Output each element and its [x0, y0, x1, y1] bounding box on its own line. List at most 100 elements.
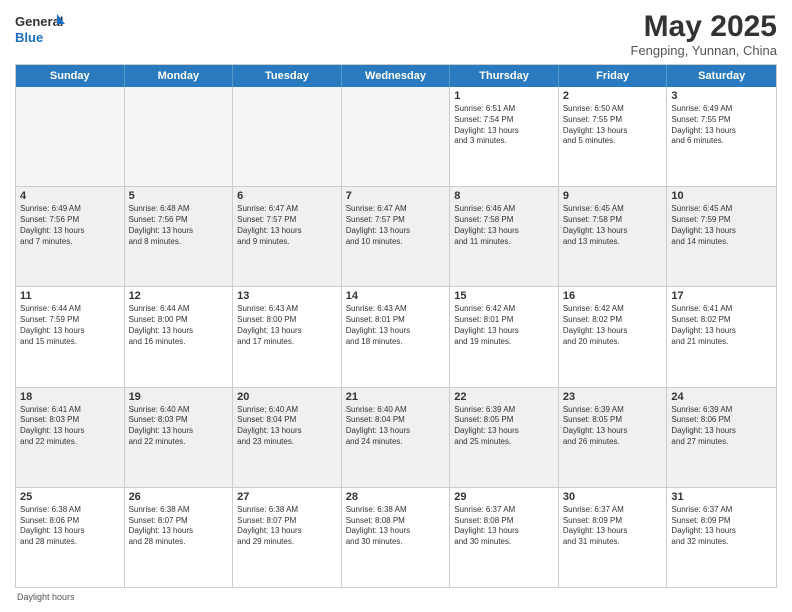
cal-cell: 21Sunrise: 6:40 AMSunset: 8:04 PMDayligh…: [342, 388, 451, 487]
day-number: 26: [129, 491, 229, 503]
calendar: SundayMondayTuesdayWednesdayThursdayFrid…: [15, 64, 777, 588]
cal-cell: 25 Sunrise: 6:38 AMSunset: 8:06 PMDayligh…: [16, 488, 125, 587]
day-info: Sunrise: 6:45 AMSunset: 7:59 PMDaylight:…: [671, 204, 772, 247]
day-info: Sunrise: 6:40 AMSunset: 8:03 PMDaylight:…: [129, 405, 229, 448]
cal-cell: 31Sunrise: 6:37 AMSunset: 8:09 PMDayligh…: [667, 488, 776, 587]
cal-cell: 13 Sunrise: 6:43 AMSunset: 8:00 PMDayligh…: [233, 287, 342, 386]
day-info: Sunrise: 6:38 AMSunset: 8:06 PMDaylight:…: [20, 505, 120, 548]
cal-cell: 7Sunrise: 6:47 AMSunset: 7:57 PMDaylight…: [342, 187, 451, 286]
day-info: Sunrise: 6:49 AMSunset: 7:56 PMDaylight:…: [20, 204, 120, 247]
day-number: 6: [237, 190, 337, 202]
day-info: Sunrise: 6:40 AMSunset: 8:04 PMDaylight:…: [346, 405, 446, 448]
day-number: 10: [671, 190, 772, 202]
cal-cell: 29 Sunrise: 6:37 AMSunset: 8:08 PMDayligh…: [450, 488, 559, 587]
day-info: Sunrise: 6:38 AMSunset: 8:08 PMDaylight:…: [346, 505, 446, 548]
day-info: Sunrise: 6:37 AMSunset: 8:09 PMDaylight:…: [563, 505, 663, 548]
title-block: May 2025 Fengping, Yunnan, China: [631, 10, 778, 58]
cal-cell: 1 Sunrise: 6:51 AMSunset: 7:54 PMDaylight…: [450, 87, 559, 186]
cal-cell: 28Sunrise: 6:38 AMSunset: 8:08 PMDayligh…: [342, 488, 451, 587]
day-number: 15: [454, 290, 554, 302]
cal-cell: 19 Sunrise: 6:40 AMSunset: 8:03 PMDayligh…: [125, 388, 234, 487]
day-info: Sunrise: 6:50 AMSunset: 7:55 PMDaylight:…: [563, 104, 663, 147]
day-info: Sunrise: 6:49 AMSunset: 7:55 PMDaylight:…: [671, 104, 772, 147]
cal-cell: 24Sunrise: 6:39 AMSunset: 8:06 PMDayligh…: [667, 388, 776, 487]
day-info: Sunrise: 6:40 AMSunset: 8:04 PMDaylight:…: [237, 405, 337, 448]
cal-week: 4 Sunrise: 6:49 AMSunset: 7:56 PMDaylight…: [16, 187, 776, 287]
day-number: 29: [454, 491, 554, 503]
cal-cell: 23Sunrise: 6:39 AMSunset: 8:05 PMDayligh…: [559, 388, 668, 487]
cal-cell: 18 Sunrise: 6:41 AMSunset: 8:03 PMDayligh…: [16, 388, 125, 487]
day-number: 12: [129, 290, 229, 302]
cal-cell: [125, 87, 234, 186]
cal-cell: 8 Sunrise: 6:46 AMSunset: 7:58 PMDaylight…: [450, 187, 559, 286]
day-number: 25: [20, 491, 120, 503]
cal-cell: 9 Sunrise: 6:45 AMSunset: 7:58 PMDaylight…: [559, 187, 668, 286]
day-info: Sunrise: 6:39 AMSunset: 8:05 PMDaylight:…: [454, 405, 554, 448]
day-info: Sunrise: 6:46 AMSunset: 7:58 PMDaylight:…: [454, 204, 554, 247]
day-number: 19: [129, 391, 229, 403]
day-number: 18: [20, 391, 120, 403]
cal-week: 11Sunrise: 6:44 AMSunset: 7:59 PMDayligh…: [16, 287, 776, 387]
day-number: 13: [237, 290, 337, 302]
day-number: 8: [454, 190, 554, 202]
cal-cell: 3Sunrise: 6:49 AMSunset: 7:55 PMDaylight…: [667, 87, 776, 186]
cal-cell: 20 Sunrise: 6:40 AMSunset: 8:04 PMDayligh…: [233, 388, 342, 487]
cal-cell: 4 Sunrise: 6:49 AMSunset: 7:56 PMDaylight…: [16, 187, 125, 286]
svg-text:Blue: Blue: [15, 30, 43, 45]
cal-week: 18 Sunrise: 6:41 AMSunset: 8:03 PMDayligh…: [16, 388, 776, 488]
cal-cell: [16, 87, 125, 186]
day-info: Sunrise: 6:37 AMSunset: 8:08 PMDaylight:…: [454, 505, 554, 548]
day-number: 9: [563, 190, 663, 202]
cal-cell: 22Sunrise: 6:39 AMSunset: 8:05 PMDayligh…: [450, 388, 559, 487]
cal-cell: 15 Sunrise: 6:42 AMSunset: 8:01 PMDayligh…: [450, 287, 559, 386]
day-info: Sunrise: 6:47 AMSunset: 7:57 PMDaylight:…: [237, 204, 337, 247]
cal-cell: [342, 87, 451, 186]
day-number: 20: [237, 391, 337, 403]
cal-header-day: Sunday: [16, 65, 125, 87]
day-number: 11: [20, 290, 120, 302]
page: General Blue May 2025 Fengping, Yunnan, …: [0, 0, 792, 612]
cal-header-day: Monday: [125, 65, 234, 87]
logo: General Blue: [15, 10, 65, 48]
day-info: Sunrise: 6:43 AMSunset: 8:01 PMDaylight:…: [346, 304, 446, 347]
day-info: Sunrise: 6:42 AMSunset: 8:01 PMDaylight:…: [454, 304, 554, 347]
day-info: Sunrise: 6:43 AMSunset: 8:00 PMDaylight:…: [237, 304, 337, 347]
day-number: 4: [20, 190, 120, 202]
day-info: Sunrise: 6:44 AMSunset: 8:00 PMDaylight:…: [129, 304, 229, 347]
cal-week: 1 Sunrise: 6:51 AMSunset: 7:54 PMDaylight…: [16, 87, 776, 187]
day-info: Sunrise: 6:39 AMSunset: 8:06 PMDaylight:…: [671, 405, 772, 448]
day-info: Sunrise: 6:41 AMSunset: 8:02 PMDaylight:…: [671, 304, 772, 347]
day-number: 30: [563, 491, 663, 503]
main-title: May 2025: [631, 10, 778, 43]
day-number: 5: [129, 190, 229, 202]
day-info: Sunrise: 6:45 AMSunset: 7:58 PMDaylight:…: [563, 204, 663, 247]
day-info: Sunrise: 6:51 AMSunset: 7:54 PMDaylight:…: [454, 104, 554, 147]
logo-svg: General Blue: [15, 10, 65, 48]
day-number: 2: [563, 90, 663, 102]
cal-cell: 26 Sunrise: 6:38 AMSunset: 8:07 PMDayligh…: [125, 488, 234, 587]
day-info: Sunrise: 6:48 AMSunset: 7:56 PMDaylight:…: [129, 204, 229, 247]
cal-cell: 5 Sunrise: 6:48 AMSunset: 7:56 PMDaylight…: [125, 187, 234, 286]
cal-week: 25 Sunrise: 6:38 AMSunset: 8:06 PMDayligh…: [16, 488, 776, 587]
cal-cell: 6 Sunrise: 6:47 AMSunset: 7:57 PMDaylight…: [233, 187, 342, 286]
cal-header-day: Tuesday: [233, 65, 342, 87]
day-number: 16: [563, 290, 663, 302]
day-info: Sunrise: 6:38 AMSunset: 8:07 PMDaylight:…: [129, 505, 229, 548]
footer-note: Daylight hours: [15, 592, 777, 602]
header: General Blue May 2025 Fengping, Yunnan, …: [15, 10, 777, 58]
calendar-header: SundayMondayTuesdayWednesdayThursdayFrid…: [16, 65, 776, 87]
day-number: 23: [563, 391, 663, 403]
subtitle: Fengping, Yunnan, China: [631, 43, 778, 58]
day-number: 1: [454, 90, 554, 102]
cal-cell: 16Sunrise: 6:42 AMSunset: 8:02 PMDayligh…: [559, 287, 668, 386]
svg-text:General: General: [15, 14, 63, 29]
day-number: 14: [346, 290, 446, 302]
day-info: Sunrise: 6:38 AMSunset: 8:07 PMDaylight:…: [237, 505, 337, 548]
day-info: Sunrise: 6:41 AMSunset: 8:03 PMDaylight:…: [20, 405, 120, 448]
cal-cell: 2 Sunrise: 6:50 AMSunset: 7:55 PMDaylight…: [559, 87, 668, 186]
cal-cell: 10 Sunrise: 6:45 AMSunset: 7:59 PMDayligh…: [667, 187, 776, 286]
cal-header-day: Wednesday: [342, 65, 451, 87]
cal-header-day: Friday: [559, 65, 668, 87]
day-info: Sunrise: 6:47 AMSunset: 7:57 PMDaylight:…: [346, 204, 446, 247]
cal-cell: 12 Sunrise: 6:44 AMSunset: 8:00 PMDayligh…: [125, 287, 234, 386]
